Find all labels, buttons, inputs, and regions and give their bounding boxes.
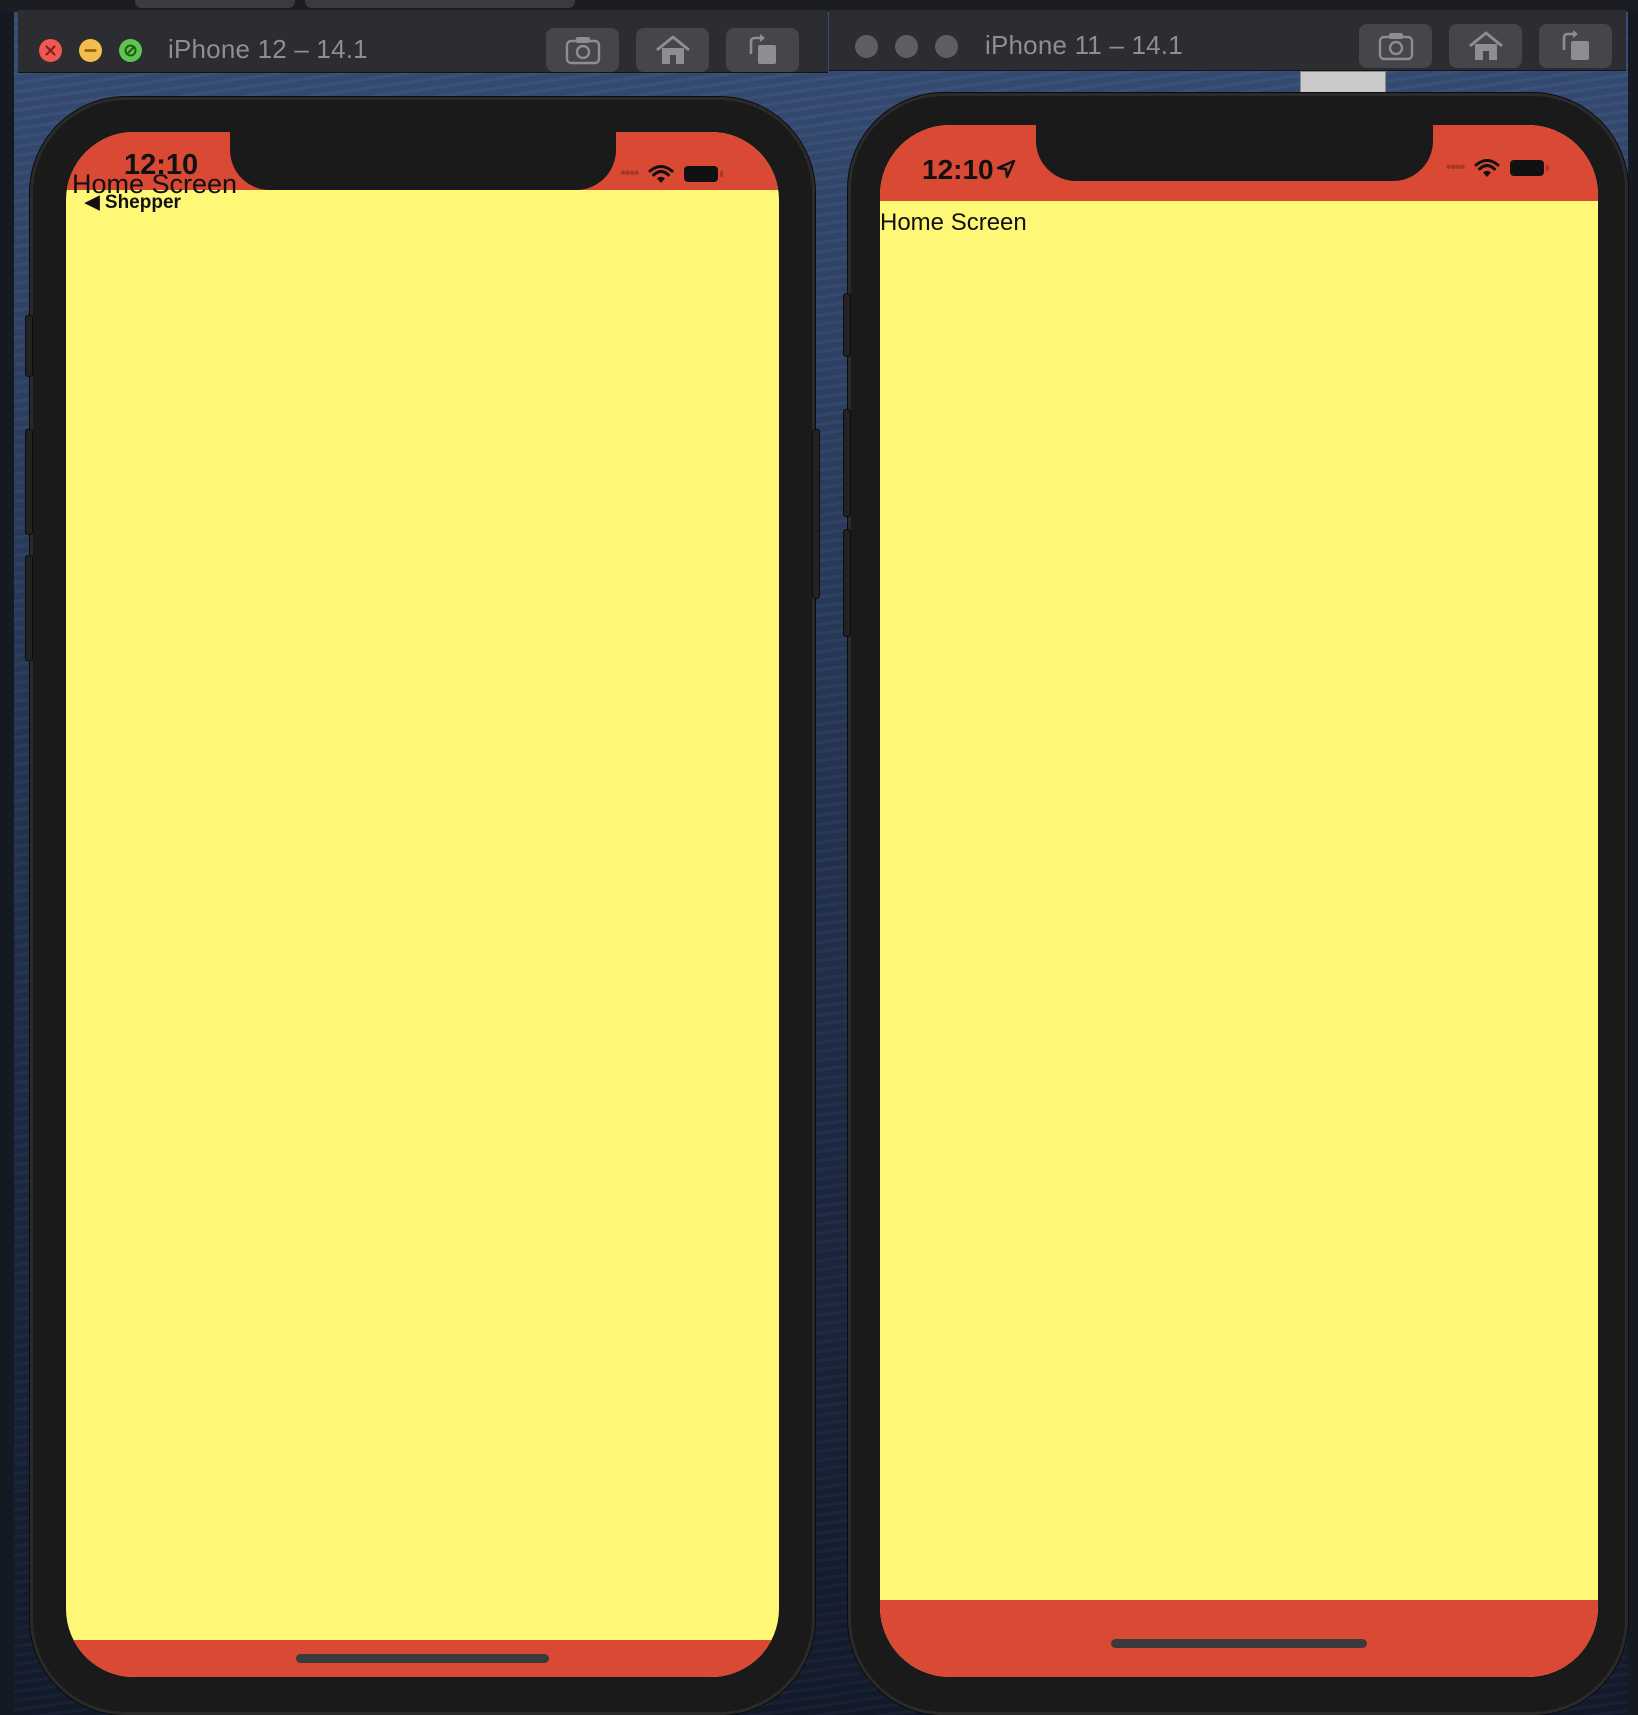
wifi-icon — [1474, 159, 1500, 177]
home-button[interactable] — [1449, 24, 1522, 68]
wifi-icon — [648, 165, 674, 183]
rotate-button[interactable] — [1539, 24, 1612, 68]
device-screen[interactable]: 12:10 •••• Home Screen — [880, 125, 1598, 1677]
rotate-icon — [749, 34, 776, 64]
screen-title: Home Screen — [880, 209, 1027, 236]
home-indicator[interactable] — [296, 1654, 549, 1663]
silent-switch — [25, 315, 33, 377]
camera-icon — [1378, 33, 1413, 61]
home-button[interactable] — [636, 28, 709, 72]
iphone-12-device: 12:10 •••• Home Screen ◀ Shepper — [25, 97, 820, 1715]
minimize-icon — [84, 49, 97, 52]
screenshot-button[interactable] — [546, 28, 619, 72]
iphone-11-device: 12:10 •••• Home Screen — [843, 93, 1628, 1715]
camera-icon — [565, 37, 600, 65]
device-screen[interactable]: 12:10 •••• Home Screen ◀ Shepper — [66, 132, 779, 1677]
volume-down-button — [25, 555, 33, 661]
zoom-button[interactable] — [119, 39, 142, 62]
close-button[interactable] — [855, 35, 878, 58]
title-bar: iPhone 11 – 14.1 — [829, 10, 1626, 71]
notch — [230, 132, 616, 190]
battery-icon — [1510, 160, 1550, 176]
home-indicator[interactable] — [1111, 1639, 1367, 1648]
home-icon — [1468, 31, 1503, 60]
signal-dots-icon: •••• — [1446, 159, 1465, 176]
close-icon — [45, 45, 56, 56]
silent-switch — [843, 293, 851, 357]
back-button[interactable]: ◀ Shepper — [85, 191, 181, 214]
location-arrow-icon — [996, 159, 1016, 179]
screenshot-button[interactable] — [1359, 24, 1432, 68]
zoom-icon — [124, 44, 137, 57]
window-title: iPhone 11 – 14.1 — [985, 30, 1183, 60]
volume-down-button — [843, 529, 851, 637]
volume-up-button — [843, 409, 851, 517]
minimize-button[interactable] — [895, 35, 918, 58]
status-icons: •••• — [620, 164, 724, 184]
side-button — [812, 429, 820, 599]
rotate-icon — [1562, 30, 1589, 60]
home-icon — [655, 35, 690, 64]
close-button[interactable] — [39, 39, 62, 62]
minimize-button[interactable] — [79, 39, 102, 62]
rotate-button[interactable] — [726, 28, 799, 72]
battery-icon — [684, 166, 724, 182]
desktop-thumbnail — [1300, 71, 1386, 95]
title-bar: iPhone 12 – 14.1 — [18, 10, 828, 73]
window-title: iPhone 12 – 14.1 — [168, 34, 368, 64]
status-time: 12:10 — [922, 154, 994, 185]
zoom-button[interactable] — [935, 35, 958, 58]
status-icons: •••• — [1446, 158, 1550, 178]
signal-dots-icon: •••• — [620, 165, 639, 182]
volume-up-button — [25, 429, 33, 535]
notch — [1036, 125, 1433, 181]
